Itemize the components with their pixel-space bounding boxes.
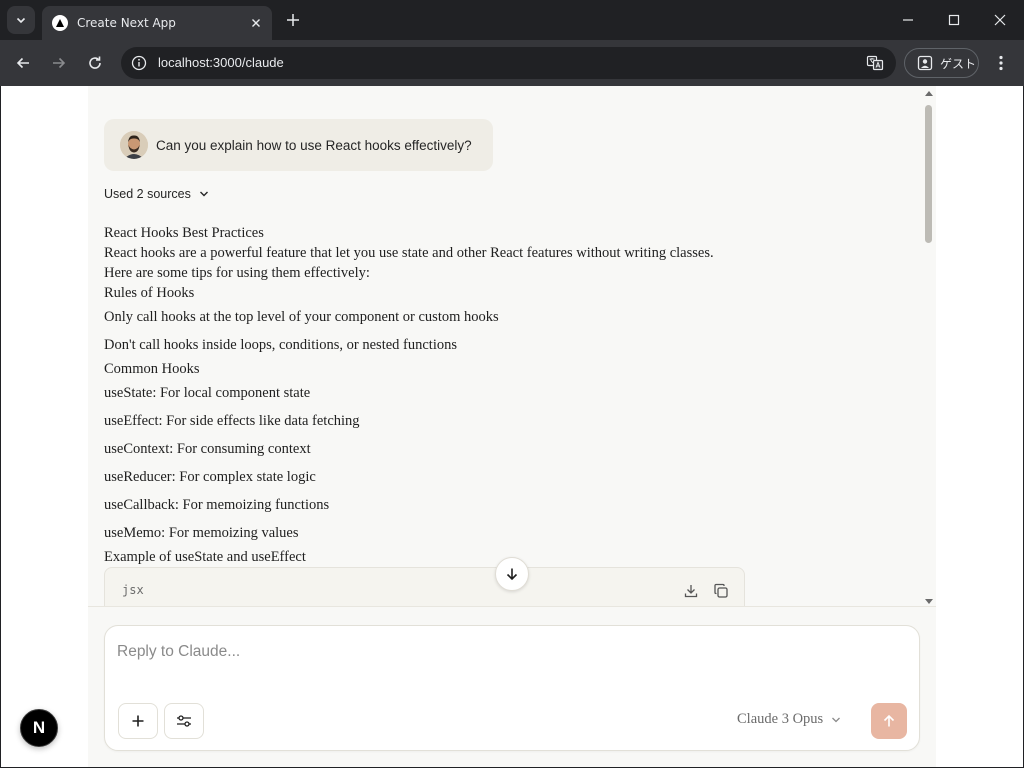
tools-button[interactable]	[164, 703, 204, 739]
reply-input[interactable]	[117, 638, 897, 666]
code-block: jsx	[104, 567, 745, 606]
browser-menu-button[interactable]	[990, 51, 1012, 75]
arrow-right-icon	[53, 57, 66, 69]
close-icon	[994, 14, 1006, 26]
model-selector[interactable]: Claude 3 Opus	[737, 711, 841, 728]
add-attachment-button[interactable]	[118, 703, 158, 739]
code-language: jsx	[122, 583, 144, 597]
translate-icon[interactable]	[866, 54, 884, 72]
arrow-down-icon	[506, 568, 518, 581]
chevron-down-icon	[832, 717, 841, 722]
list-item: useMemo: For memoizing values	[104, 525, 299, 541]
model-label: Claude 3 Opus	[737, 711, 824, 727]
new-tab-button[interactable]	[283, 9, 303, 31]
list-item: useContext: For consuming context	[104, 441, 311, 457]
browser-tab[interactable]: Create Next App	[42, 6, 272, 40]
site-info-icon[interactable]	[130, 54, 148, 72]
download-icon[interactable]	[682, 582, 700, 600]
scrollbar-thumb[interactable]	[925, 105, 932, 243]
tab-title: Create Next App	[77, 16, 176, 30]
maximize-button[interactable]	[942, 8, 966, 32]
chat-column: Can you explain how to use React hooks e…	[88, 86, 936, 767]
profile-label: ゲスト	[940, 56, 977, 71]
reply-composer: Claude 3 Opus	[104, 625, 920, 751]
list-item: Don't call hooks inside loops, condition…	[104, 337, 457, 353]
maximize-icon	[948, 14, 960, 26]
chevron-down-icon	[199, 191, 208, 197]
user-message: Can you explain how to use React hooks e…	[104, 119, 493, 171]
more-vertical-icon	[999, 55, 1003, 71]
sliders-icon	[177, 715, 191, 727]
list-item: Only call hooks at the top level of your…	[104, 309, 499, 325]
list-item: useCallback: For memoizing functions	[104, 497, 330, 513]
reload-icon	[89, 56, 101, 69]
list-item: useReducer: For complex state logic	[104, 469, 316, 485]
tab-search-button[interactable]	[7, 6, 35, 34]
nextjs-favicon-icon	[52, 15, 68, 31]
example-heading: Example of useState and useEffect	[104, 549, 306, 565]
back-button[interactable]	[11, 51, 35, 75]
close-icon[interactable]	[248, 15, 264, 31]
copy-icon[interactable]	[712, 582, 730, 600]
list-item: useState: For local component state	[104, 385, 311, 401]
browser-titlebar: Create Next App	[0, 0, 1024, 40]
plus-icon	[287, 14, 299, 26]
forward-button[interactable]	[47, 51, 71, 75]
address-bar[interactable]: localhost:3000/claude	[121, 47, 896, 79]
message-list[interactable]: Can you explain how to use React hooks e…	[88, 86, 936, 607]
scroll-to-bottom-button[interactable]	[495, 557, 529, 591]
scroll-up-arrow-icon[interactable]	[924, 89, 934, 97]
nextjs-logo-icon: N	[32, 718, 46, 737]
chevron-down-icon	[16, 17, 26, 24]
user-message-text: Can you explain how to use React hooks e…	[156, 137, 472, 153]
url-text: localhost:3000/claude	[158, 55, 284, 70]
common-hooks-heading: Common Hooks	[104, 361, 200, 377]
page-viewport: Can you explain how to use React hooks e…	[1, 86, 1023, 767]
close-window-button[interactable]	[988, 8, 1012, 32]
send-button[interactable]	[871, 703, 907, 739]
arrow-left-icon	[16, 57, 29, 69]
assistant-answer: React Hooks Best Practices React hooks a…	[104, 223, 724, 567]
avatar	[120, 131, 148, 159]
rules-heading: Rules of Hooks	[104, 285, 195, 301]
minimize-button[interactable]	[896, 8, 920, 32]
scroll-down-arrow-icon[interactable]	[924, 598, 934, 606]
sources-toggle[interactable]: Used 2 sources	[104, 187, 209, 201]
answer-intro: React hooks are a powerful feature that …	[104, 245, 714, 281]
guest-profile-icon	[917, 55, 933, 71]
browser-toolbar: localhost:3000/claude ゲスト	[0, 40, 1024, 86]
minimize-icon	[903, 19, 913, 21]
list-item: useEffect: For side effects like data fe…	[104, 413, 360, 429]
reload-button[interactable]	[83, 51, 107, 75]
nextjs-dev-indicator-button[interactable]: N	[20, 709, 58, 747]
answer-title: React Hooks Best Practices	[104, 225, 264, 241]
sources-label: Used 2 sources	[104, 187, 191, 201]
scrollbar[interactable]	[922, 89, 936, 606]
plus-icon	[132, 715, 144, 727]
arrow-up-icon	[883, 714, 895, 727]
profile-button[interactable]: ゲスト	[904, 48, 979, 78]
